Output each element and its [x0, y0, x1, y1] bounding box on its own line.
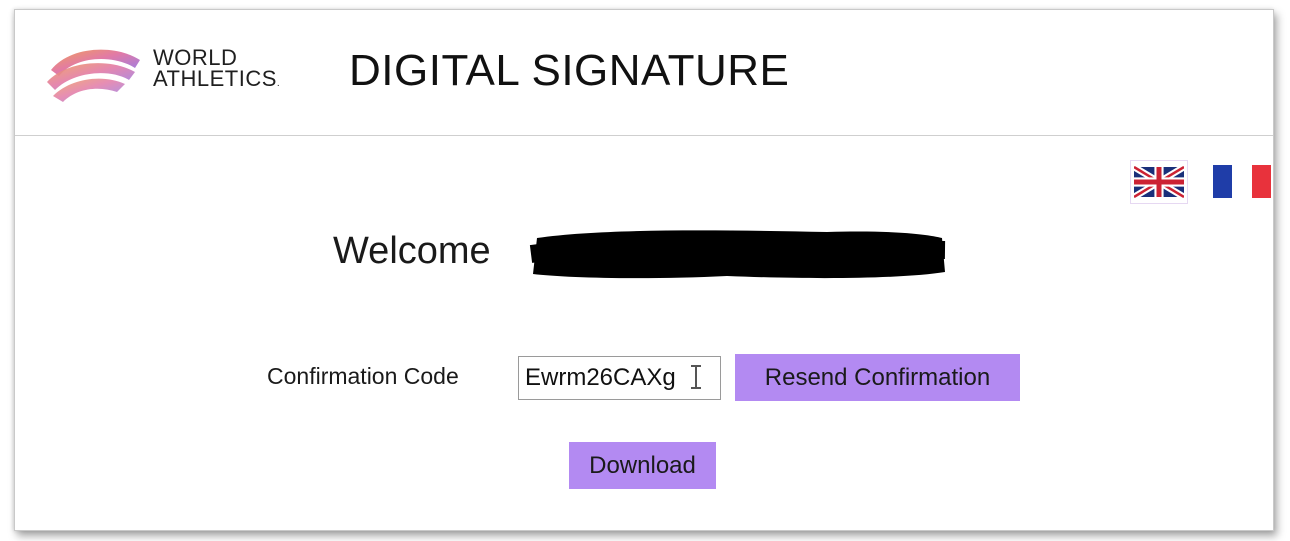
france-flag-red: [1251, 165, 1271, 198]
welcome-label: Welcome: [333, 230, 491, 272]
text-cursor-icon: [691, 365, 701, 389]
page-header: WORLD ATHLETICS. DIGITAL SIGNATURE: [15, 10, 1273, 136]
brand-reg-mark: .: [276, 78, 281, 89]
brand-wordmark: WORLD ATHLETICS.: [153, 47, 280, 94]
france-flag-blue: [1213, 165, 1233, 198]
language-fr-button[interactable]: [1213, 165, 1271, 198]
brand-line-1: WORLD: [153, 45, 238, 70]
page-title: DIGITAL SIGNATURE: [349, 46, 790, 95]
confirmation-code-label: Confirmation Code: [267, 363, 459, 389]
app-window: WORLD ATHLETICS. DIGITAL SIGNATURE Welco…: [14, 9, 1274, 531]
welcome-heading: Welcome: [333, 230, 491, 273]
brand-line-2-text: ATHLETICS: [153, 66, 277, 91]
france-flag-white: [1232, 165, 1252, 198]
resend-confirmation-button[interactable]: Resend Confirmation: [735, 354, 1020, 401]
language-en-button[interactable]: [1130, 160, 1188, 204]
redacted-name: [529, 230, 946, 279]
brand-line-2: ATHLETICS.: [153, 68, 280, 94]
download-button[interactable]: Download: [569, 442, 716, 489]
uk-flag-icon: [1134, 166, 1184, 198]
world-athletics-logo-icon: [47, 49, 140, 102]
